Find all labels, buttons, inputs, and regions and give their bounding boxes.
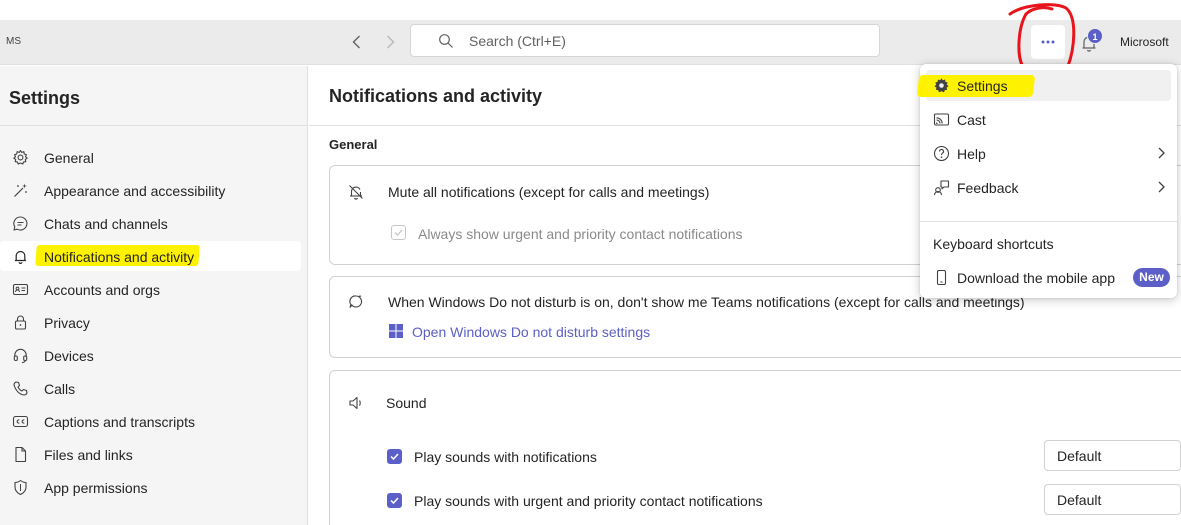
menu-item-help[interactable]: Help [926,138,1171,169]
sidebar-item-label: Files and links [44,447,133,463]
question-icon [933,145,950,162]
play-sounds-checkbox[interactable] [387,449,402,464]
mobile-phone-icon [933,269,950,286]
urgent-sounds-checkbox[interactable] [387,493,402,508]
play-sounds-dropdown[interactable]: Default [1044,440,1181,471]
more-options-menu: Settings Cast Help Feedback Keyboard sho… [916,64,1177,298]
gear-icon [12,149,29,166]
chevron-left-icon [352,35,360,49]
urgent-sounds-dropdown[interactable]: Default [1044,484,1181,515]
sidebar-item-app-permissions[interactable]: App permissions [0,472,301,502]
new-badge: New [1133,268,1170,287]
sidebar-item-label: General [44,150,94,166]
menu-item-keyboard-shortcuts[interactable]: Keyboard shortcuts [926,228,1171,259]
headset-icon [12,347,29,364]
cast-icon [933,111,950,128]
ellipsis-icon [1041,40,1055,44]
sidebar-item-files[interactable]: Files and links [0,439,301,469]
sidebar-item-label: Notifications and activity [44,249,195,265]
sidebar-item-accounts[interactable]: Accounts and orgs [0,274,301,304]
back-button[interactable] [347,32,367,52]
sound-title: Sound [386,395,427,411]
wand-icon [12,182,29,199]
menu-item-download-mobile-app[interactable]: Download the mobile app New [926,262,1171,293]
sidebar-item-general[interactable]: General [0,142,301,172]
menu-item-label: Feedback [957,180,1019,196]
feedback-icon [933,179,950,196]
settings-sidebar: Settings General Appearance and accessib… [0,66,308,525]
menu-item-label: Cast [957,112,986,128]
focus-icon [347,293,365,311]
bell-off-icon [347,183,365,201]
checkmark-icon [394,229,403,236]
urgent-notifications-checkbox[interactable] [391,225,406,240]
menu-item-label: Settings [957,78,1008,94]
cc-icon [12,413,29,430]
search-icon [438,33,454,49]
app-initials: MS [6,36,21,47]
play-sounds-label: Play sounds with notifications [414,449,597,465]
play-sounds-dropdown-value: Default [1057,448,1102,464]
menu-item-label: Keyboard shortcuts [933,236,1054,252]
sidebar-item-chats[interactable]: Chats and channels [0,208,301,238]
menu-item-label: Help [957,146,986,162]
checkmark-icon [390,453,399,461]
shield-icon [12,479,29,496]
page-title: Notifications and activity [329,86,543,106]
gear-icon [933,77,950,94]
lock-icon [12,314,29,331]
more-options-button[interactable] [1031,25,1065,59]
urgent-sounds-dropdown-value: Default [1057,492,1102,508]
sidebar-item-label: Captions and transcripts [44,414,195,430]
chevron-right-icon [1155,180,1167,194]
chevron-right-icon [387,35,395,49]
sidebar-item-devices[interactable]: Devices [0,340,301,370]
mute-notifications-label: Mute all notifications (except for calls… [388,184,710,200]
sidebar-item-label: Devices [44,348,94,364]
sidebar-item-label: Calls [44,381,76,397]
sidebar-item-label: Appearance and accessibility [44,183,226,199]
urgent-sounds-label: Play sounds with urgent and priority con… [414,493,763,509]
open-dnd-settings-link[interactable]: Open Windows Do not disturb settings [412,324,650,340]
sidebar-item-label: Chats and channels [44,216,168,232]
forward-button[interactable] [380,32,400,52]
windows-logo-icon [389,324,403,338]
sidebar-divider [0,125,308,126]
phone-icon [12,380,29,397]
sidebar-item-appearance[interactable]: Appearance and accessibility [0,175,301,205]
notification-badge: 1 [1087,28,1103,44]
document-icon [12,446,29,463]
chat-icon [12,215,29,232]
sidebar-item-calls[interactable]: Calls [0,373,301,403]
urgent-notifications-label: Always show urgent and priority contact … [418,226,743,242]
menu-item-settings[interactable]: Settings [916,70,1171,101]
chevron-right-icon [1155,146,1167,160]
menu-item-label: Download the mobile app [957,270,1115,286]
checkmark-icon [390,497,399,505]
sidebar-title: Settings [9,88,81,108]
contact-card-icon [12,281,29,298]
menu-divider [920,221,1177,222]
speaker-icon [348,394,366,412]
sidebar-item-label: Accounts and orgs [44,282,160,298]
sidebar-item-label: App permissions [44,480,148,496]
search-box[interactable] [410,24,880,57]
bell-icon [12,248,29,265]
tenant-name[interactable]: Microsoft [1120,35,1169,49]
sidebar-item-label: Privacy [44,315,90,331]
section-heading-general: General [329,137,378,152]
sidebar-item-privacy[interactable]: Privacy [0,307,301,337]
sidebar-item-captions[interactable]: Captions and transcripts [0,406,301,436]
menu-item-cast[interactable]: Cast [926,104,1171,135]
title-bar: MS 1 Microsoft [0,20,1181,65]
menu-item-feedback[interactable]: Feedback [926,172,1171,203]
sidebar-item-notifications[interactable]: Notifications and activity [0,241,301,271]
search-input[interactable] [469,31,849,51]
